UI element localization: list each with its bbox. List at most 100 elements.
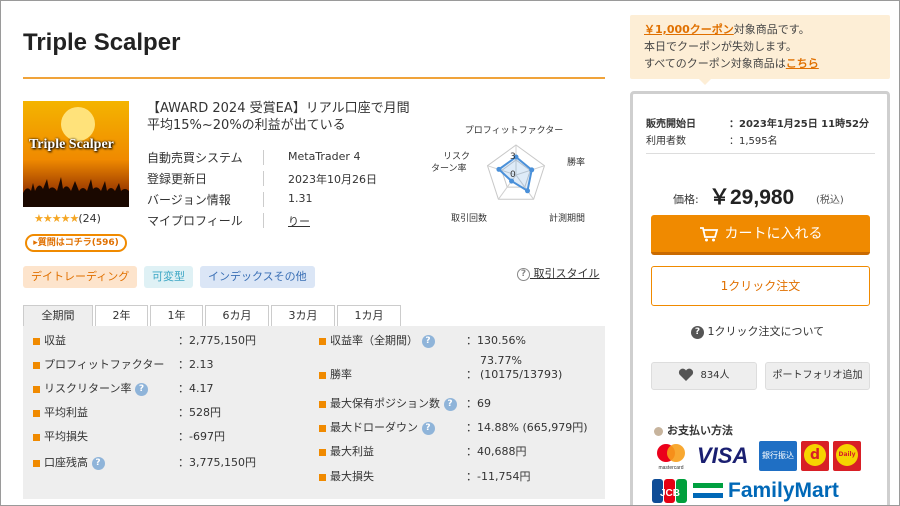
stat-row: 勝率 <box>319 364 352 386</box>
stat-value-revenue: ：2,775,150円 <box>178 334 256 347</box>
help-icon[interactable]: ? <box>421 334 435 348</box>
spec-divider <box>263 213 264 228</box>
stat-row: 最大利益 <box>319 441 374 463</box>
svg-text:JCB: JCB <box>660 488 680 499</box>
tab-2y[interactable]: 2年 <box>95 305 148 327</box>
stats-panel: 収益 ：2,775,150円 プロフィットファクター ：2.13 リスクリターン… <box>23 326 605 499</box>
familymart-logo: FamilyMart <box>728 479 839 502</box>
bullet-icon <box>319 448 326 456</box>
rating-count: (24) <box>78 212 101 225</box>
favorite-button[interactable]: 834人 <box>651 362 757 390</box>
bullet-icon <box>319 473 326 481</box>
tab-all[interactable]: 全期間 <box>23 305 93 327</box>
radar-chart: プロフィットファクター 勝率 計測期間 取引回数 リスク ターン率 3 0 <box>431 125 585 224</box>
spec-value-updated: 2023年10月26日 <box>288 173 377 186</box>
bullet-icon <box>33 337 40 345</box>
tag-daytrading[interactable]: デイトレーディング <box>23 266 138 288</box>
visa-logo: VISA <box>697 443 749 468</box>
bullet-icon <box>33 459 40 467</box>
stat-label-pf: プロフィットファクター <box>44 358 165 371</box>
tab-1m[interactable]: 1カ月 <box>337 305 401 327</box>
radar-label-period: 計測期間 <box>549 212 585 224</box>
stat-value-win-rate: 73.77% (10175/13793) <box>480 354 563 381</box>
coupon-line-2: 本日でクーポンが失効します。 <box>644 40 797 53</box>
help-icon[interactable]: ? <box>134 382 148 396</box>
stat-row: 平均利益 <box>33 402 88 424</box>
spec-value-version: 1.31 <box>288 192 313 205</box>
coupon-list-link[interactable]: こちら <box>786 57 819 70</box>
stat-row: 収益 <box>33 330 66 352</box>
coupon-bubble-arrow <box>699 79 711 85</box>
stat-value-max-drawdown: ：14.88% (665,979円) <box>466 421 588 434</box>
add-portfolio-button[interactable]: ポートフォリオ追加 <box>765 362 870 390</box>
tab-3m[interactable]: 3カ月 <box>271 305 335 327</box>
add-to-cart-button[interactable]: カートに入れる <box>651 215 870 255</box>
stat-value-return-rate: ：130.56% <box>466 334 526 347</box>
spec-value-system: MetaTrader 4 <box>288 150 361 163</box>
one-click-order-button[interactable]: 1クリック注文 <box>651 266 870 306</box>
tab-1y[interactable]: 1年 <box>150 305 203 327</box>
coupon-link[interactable]: ￥1,000クーポン <box>644 23 734 36</box>
help-icon[interactable]: ? <box>443 397 457 411</box>
stat-label-risk-return: リスクリターン率 <box>44 382 132 395</box>
favorite-count: 834人 <box>700 370 730 381</box>
bullet-icon <box>33 385 40 393</box>
mastercard-logo: mastercard <box>651 441 691 471</box>
sale-start-value: ：2023年1月25日 11時52分 <box>729 119 870 130</box>
radar-point <box>529 167 535 173</box>
stat-value-max-positions: ：69 <box>466 397 491 410</box>
question-icon: ? <box>517 267 530 281</box>
stat-row: 収益率（全期間） ? <box>319 330 435 352</box>
spec-label-system: 自動売買システム <box>147 151 243 165</box>
radar-label-profit-factor: プロフィットファクター <box>465 125 563 136</box>
product-thumbnail[interactable]: Triple Scalper <box>23 101 129 207</box>
spec-label-updated: 登録更新日 <box>147 172 208 186</box>
stat-label-win-rate: 勝率 <box>330 368 352 381</box>
stat-row: 最大損失 <box>319 466 374 488</box>
stat-label-revenue: 収益 <box>44 334 66 347</box>
bullet-icon <box>33 361 40 369</box>
cart-button-label: カートに入れる <box>724 226 823 242</box>
radar-label-risk-return-2: ターン率 <box>431 162 467 174</box>
stat-row: プロフィットファクター <box>33 354 164 376</box>
bullet-icon <box>319 337 326 345</box>
stat-row: 平均損失 <box>33 426 88 448</box>
spec-divider <box>263 171 264 186</box>
stat-row: 最大ドローダウン ? <box>319 417 435 439</box>
coupon-line-3: すべてのクーポン対象商品はこちら <box>644 57 819 70</box>
tag-index[interactable]: インデックスその他 <box>200 266 315 288</box>
help-icon[interactable]: ? <box>421 421 435 435</box>
heart-icon <box>679 368 694 381</box>
stat-label-max-profit: 最大利益 <box>330 445 374 458</box>
spec-divider <box>263 150 264 165</box>
stat-value-risk-return: ：4.17 <box>178 382 214 395</box>
stat-value-pf: ：2.13 <box>178 358 214 371</box>
coupon-line-1: ￥1,000クーポン対象商品です。 <box>644 23 810 36</box>
jcb-logo: JCB <box>651 477 689 505</box>
cart-icon <box>699 227 718 242</box>
rating[interactable]: ★★★★★(24) <box>34 212 101 225</box>
bullet-icon <box>319 400 326 408</box>
radar-label-trades: 取引回数 <box>451 212 487 224</box>
product-title: Triple Scalper <box>23 29 181 56</box>
radar-point <box>496 166 502 172</box>
stat-label-avg-profit: 平均利益 <box>44 406 88 419</box>
price-label: 価格: <box>673 193 699 206</box>
question-button[interactable]: ▸質問はコチラ(596) <box>25 234 127 252</box>
bullet-icon <box>319 424 326 432</box>
daily-logo: Daily <box>833 441 861 471</box>
stat-row: 口座残高 ? <box>33 452 105 474</box>
thumbnail-crowd-silhouette <box>23 177 129 207</box>
tag-variable[interactable]: 可変型 <box>144 266 193 288</box>
thumbnail-sun <box>61 107 95 141</box>
trade-style-link[interactable]: ? 取引スタイル <box>517 265 600 281</box>
stat-value-max-loss: ：-11,754円 <box>466 470 531 483</box>
radar-scale-max: 3 <box>510 152 516 162</box>
svg-text:mastercard: mastercard <box>658 465 683 471</box>
one-click-about-link[interactable]: ? 1クリック注文について <box>691 323 824 339</box>
help-icon[interactable]: ? <box>91 456 105 470</box>
stat-label-balance: 口座残高 <box>44 456 88 469</box>
spec-divider <box>263 192 264 207</box>
tab-6m[interactable]: 6カ月 <box>205 305 269 327</box>
profile-link[interactable]: りー <box>288 213 310 229</box>
